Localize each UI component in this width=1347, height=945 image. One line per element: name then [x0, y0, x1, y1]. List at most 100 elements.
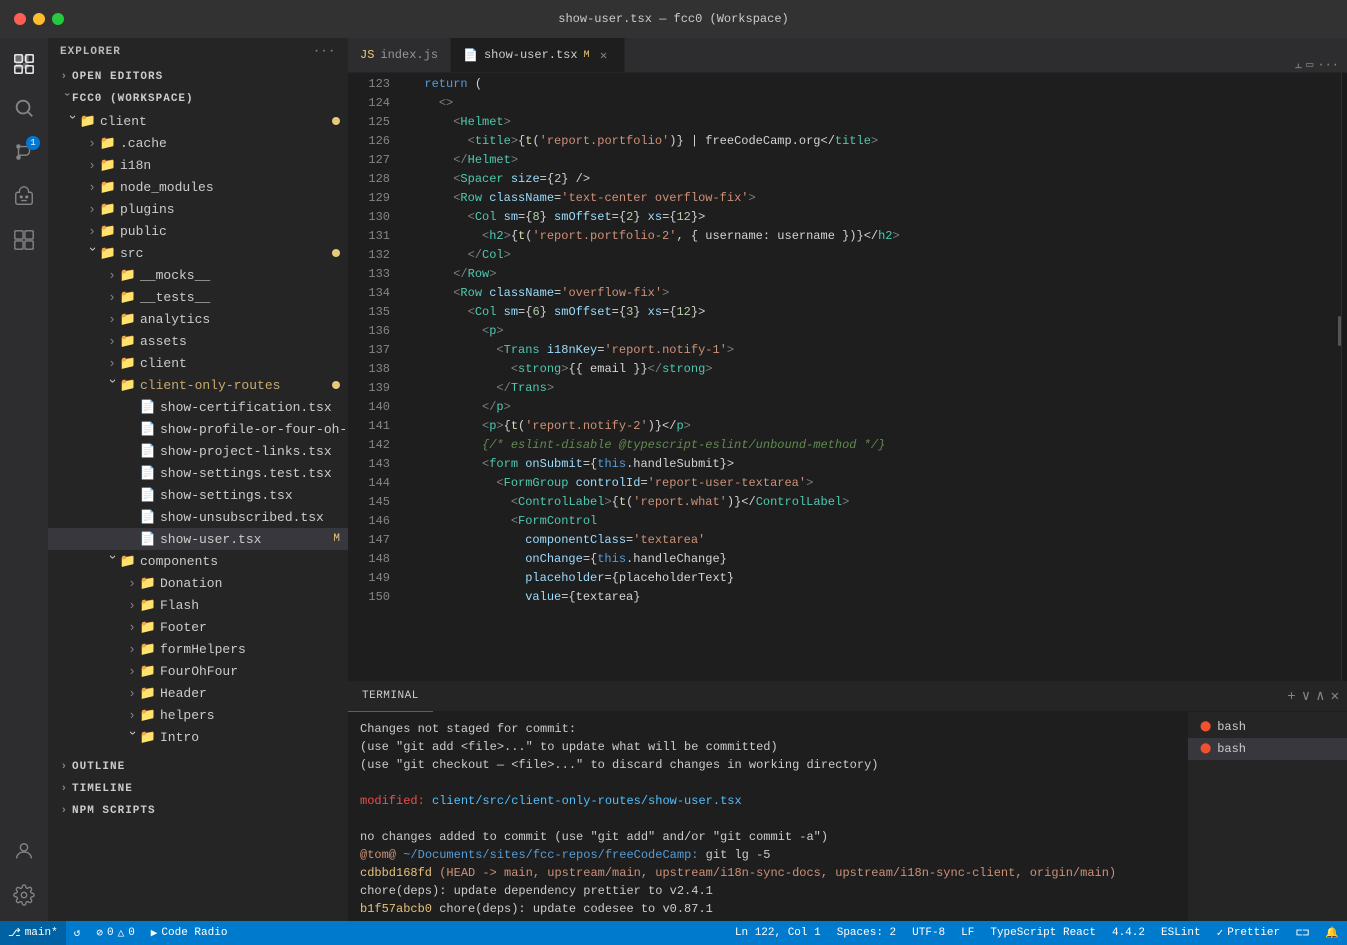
- terminal-down-icon[interactable]: ∨: [1302, 688, 1310, 705]
- status-cursor-position[interactable]: Ln 122, Col 1: [727, 921, 829, 945]
- folder-form-helpers-label: formHelpers: [160, 642, 246, 657]
- timeline-section[interactable]: › TIMELINE: [48, 778, 348, 800]
- file-show-certification-label: show-certification.tsx: [160, 400, 332, 415]
- folder-assets-label: assets: [140, 334, 187, 349]
- folder-footer[interactable]: › 📁 Footer: [48, 616, 348, 638]
- explorer-activity-icon[interactable]: [6, 46, 42, 82]
- folder-client-only-routes-icon: 📁: [120, 377, 136, 393]
- folder-assets[interactable]: › 📁 assets: [48, 330, 348, 352]
- terminal-instance-2[interactable]: ⬤ bash: [1188, 738, 1347, 760]
- file-show-project-links[interactable]: › 📄 show-project-links.tsx: [48, 440, 348, 462]
- open-editors-section[interactable]: › OPEN EDITORS: [48, 66, 348, 88]
- tab-close-button[interactable]: ✕: [596, 47, 612, 63]
- sidebar-more-button[interactable]: ···: [313, 46, 336, 58]
- file-show-project-links-label: show-project-links.tsx: [160, 444, 332, 459]
- folder-cache[interactable]: › 📁 .cache: [48, 132, 348, 154]
- workspace-section[interactable]: › FCC0 (WORKSPACE): [48, 88, 348, 110]
- toggle-panel-icon[interactable]: ▭: [1306, 57, 1313, 72]
- status-notifications[interactable]: 🔔: [1317, 921, 1347, 945]
- folder-client[interactable]: › 📁 client: [48, 110, 348, 132]
- folder-mocks[interactable]: › 📁 __mocks__: [48, 264, 348, 286]
- folder-i18n[interactable]: › 📁 i18n: [48, 154, 348, 176]
- file-show-certification[interactable]: › 📄 show-certification.tsx: [48, 396, 348, 418]
- source-control-activity-icon[interactable]: 1: [6, 134, 42, 170]
- minimize-button[interactable]: [33, 13, 45, 25]
- folder-flash[interactable]: › 📁 Flash: [48, 594, 348, 616]
- terminal-instance-1-icon: ⬤: [1200, 721, 1211, 733]
- search-activity-icon[interactable]: [6, 90, 42, 126]
- status-line-ending[interactable]: LF: [953, 921, 982, 945]
- account-activity-icon[interactable]: [6, 833, 42, 869]
- maximize-button[interactable]: [52, 13, 64, 25]
- settings-activity-icon[interactable]: [6, 877, 42, 913]
- tab-show-user-tsx[interactable]: 📄 show-user.tsx M ✕: [451, 38, 625, 72]
- status-encoding[interactable]: UTF-8: [904, 921, 953, 945]
- folder-components[interactable]: › 📁 components: [48, 550, 348, 572]
- close-panel-icon[interactable]: ✕: [1331, 688, 1339, 705]
- more-actions-icon[interactable]: ···: [1317, 58, 1339, 72]
- sidebar-header: EXPLORER ···: [48, 38, 348, 66]
- terminal-instance-1-label: bash: [1217, 720, 1246, 734]
- folder-tests-label: __tests__: [140, 290, 210, 305]
- terminal-up-icon[interactable]: ∧: [1316, 688, 1324, 705]
- status-sync[interactable]: ↺: [66, 921, 89, 945]
- file-show-user[interactable]: › 📄 show-user.tsx M: [48, 528, 348, 550]
- terminal-tab[interactable]: TERMINAL: [348, 682, 433, 712]
- folder-client-only-routes-chevron: ›: [104, 377, 120, 393]
- status-language[interactable]: TypeScript React: [982, 921, 1104, 945]
- status-spaces[interactable]: Spaces: 2: [829, 921, 904, 945]
- terminal-instance-1[interactable]: ⬤ bash: [1188, 716, 1347, 738]
- folder-mocks-icon: 📁: [120, 267, 136, 283]
- folder-cache-label: .cache: [120, 136, 167, 151]
- status-bar-right: Ln 122, Col 1 Spaces: 2 UTF-8 LF TypeScr…: [727, 921, 1347, 945]
- file-show-profile-icon: 📄: [140, 421, 156, 437]
- folder-node-modules-chevron: ›: [84, 179, 100, 195]
- client-modified-dot: [332, 117, 340, 125]
- code-content[interactable]: return ( <> <Helmet> <title>{t('report.p…: [398, 73, 1341, 681]
- file-show-profile[interactable]: › 📄 show-profile-or-four-oh-four.t...: [48, 418, 348, 440]
- terminal-panel: TERMINAL + ∨ ∧ ✕ Changes not staged for …: [348, 681, 1347, 921]
- file-show-settings-test[interactable]: › 📄 show-settings.test.tsx: [48, 462, 348, 484]
- new-terminal-icon[interactable]: +: [1287, 689, 1295, 705]
- status-code-radio[interactable]: ▶ Code Radio: [143, 921, 236, 945]
- folder-analytics[interactable]: › 📁 analytics: [48, 308, 348, 330]
- folder-client-only-routes[interactable]: › 📁 client-only-routes: [48, 374, 348, 396]
- status-remote[interactable]: ⊏⊐: [1288, 921, 1317, 945]
- extensions-activity-icon[interactable]: [6, 222, 42, 258]
- file-show-settings[interactable]: › 📄 show-settings.tsx: [48, 484, 348, 506]
- folder-tests[interactable]: › 📁 __tests__: [48, 286, 348, 308]
- tab-index-js[interactable]: JS index.js: [348, 38, 451, 72]
- folder-form-helpers-chevron: ›: [124, 641, 140, 657]
- status-errors[interactable]: ⊘ 0 △ 0: [88, 921, 142, 945]
- minimap: [1341, 73, 1347, 681]
- folder-src[interactable]: › 📁 src: [48, 242, 348, 264]
- terminal-instance-2-label: bash: [1217, 742, 1246, 756]
- folder-components-chevron: ›: [104, 553, 120, 569]
- npm-scripts-section[interactable]: › NPM SCRIPTS: [48, 800, 348, 822]
- status-branch[interactable]: ⎇ main*: [0, 921, 66, 945]
- status-prettier[interactable]: ✓ Prettier: [1209, 921, 1288, 945]
- folder-four-oh-four[interactable]: › 📁 FourOhFour: [48, 660, 348, 682]
- folder-node-modules[interactable]: › 📁 node_modules: [48, 176, 348, 198]
- folder-public[interactable]: › 📁 public: [48, 220, 348, 242]
- folder-form-helpers[interactable]: › 📁 formHelpers: [48, 638, 348, 660]
- status-ts-version[interactable]: 4.4.2: [1104, 921, 1153, 945]
- error-icon: ⊘: [96, 926, 103, 940]
- folder-intro[interactable]: › 📁 Intro: [48, 726, 348, 748]
- outline-section[interactable]: › OUTLINE: [48, 756, 348, 778]
- folder-client-inner[interactable]: › 📁 client: [48, 352, 348, 374]
- split-editor-icon[interactable]: ⫠: [1295, 58, 1302, 72]
- file-show-unsubscribed[interactable]: › 📄 show-unsubscribed.tsx: [48, 506, 348, 528]
- folder-header[interactable]: › 📁 Header: [48, 682, 348, 704]
- folder-plugins[interactable]: › 📁 plugins: [48, 198, 348, 220]
- folder-donation[interactable]: › 📁 Donation: [48, 572, 348, 594]
- status-eslint[interactable]: ESLint: [1153, 921, 1209, 945]
- folder-analytics-chevron: ›: [104, 311, 120, 327]
- debug-activity-icon[interactable]: [6, 178, 42, 214]
- close-button[interactable]: [14, 13, 26, 25]
- terminal-output[interactable]: Changes not staged for commit: (use "git…: [348, 712, 1187, 921]
- folder-client-icon: 📁: [80, 113, 96, 129]
- folder-helpers[interactable]: › 📁 helpers: [48, 704, 348, 726]
- folder-header-icon: 📁: [140, 685, 156, 701]
- window-controls[interactable]: [14, 13, 64, 25]
